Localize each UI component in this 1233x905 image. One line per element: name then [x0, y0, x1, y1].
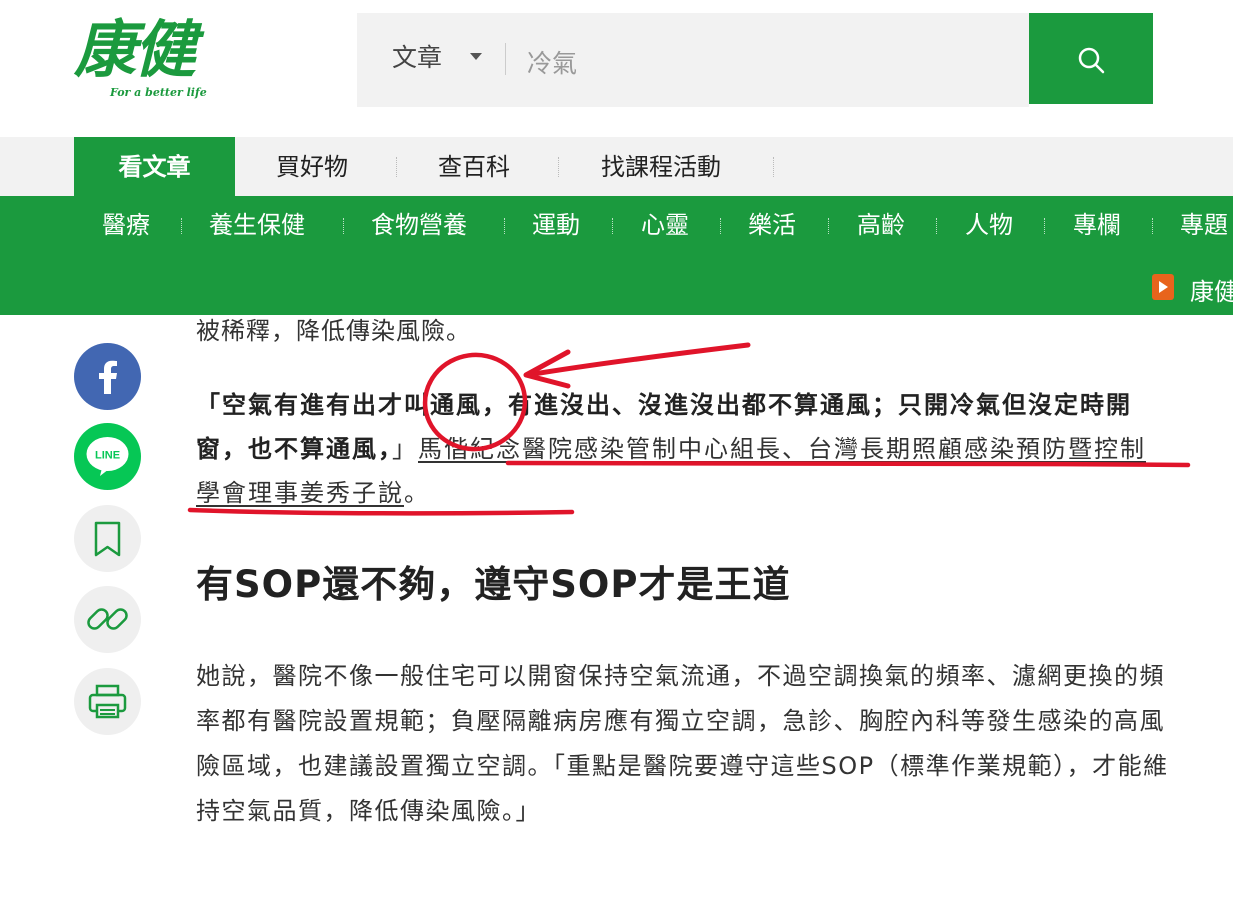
- category-medical[interactable]: 醫療: [102, 208, 150, 242]
- section-heading: 有SOP還不夠，遵守SOP才是王道: [196, 563, 791, 606]
- category-column[interactable]: 專欄: [1073, 208, 1121, 242]
- search-button[interactable]: [1029, 13, 1153, 104]
- category-wellness[interactable]: 養生保健: [209, 208, 305, 242]
- category-divider: [1044, 218, 1046, 234]
- category-exercise[interactable]: 運動: [532, 208, 580, 242]
- category-senior[interactable]: 高齡: [857, 208, 905, 242]
- link-icon: [87, 608, 128, 630]
- line-share-button[interactable]: LINE: [74, 423, 141, 490]
- category-lifestyle[interactable]: 樂活: [748, 208, 796, 242]
- category-divider: [612, 218, 614, 234]
- article-paragraph: 她說，醫院不像一般住宅可以開窗保持空氣流通，不過空調換氣的頻率、濾網更換的頻率都…: [196, 662, 1169, 825]
- nav-divider: [558, 157, 560, 177]
- tab-articles[interactable]: 看文章: [74, 137, 235, 196]
- facebook-share-button[interactable]: [74, 343, 141, 410]
- article-paragraph: 被稀釋，降低傳染風險。: [196, 317, 471, 345]
- facebook-icon: [99, 360, 117, 394]
- category-people[interactable]: 人物: [965, 208, 1013, 242]
- line-icon: LINE: [86, 437, 129, 476]
- category-mind[interactable]: 心靈: [641, 208, 689, 242]
- logo-text: 康健: [74, 13, 196, 86]
- nav-divider: [773, 157, 775, 177]
- line-icon-label: LINE: [95, 450, 120, 462]
- bookmark-icon: [94, 521, 121, 557]
- category-nav: 醫療 養生保健 食物營養 運動 心靈 樂活 高齡 人物 專欄 專題: [0, 196, 1233, 315]
- main-nav: 看文章 買好物 查百科 找課程活動: [0, 137, 1233, 196]
- quote-close: 」: [392, 435, 418, 463]
- category-divider: [181, 218, 183, 234]
- category-divider: [828, 218, 830, 234]
- kang-video-label: 康健: [1190, 278, 1233, 306]
- category-divider: [343, 218, 345, 234]
- category-divider: [720, 218, 722, 234]
- video-play-icon: [1152, 274, 1174, 300]
- category-topics[interactable]: 專題: [1180, 208, 1228, 242]
- category-nutrition[interactable]: 食物營養: [371, 208, 467, 242]
- nav-divider: [396, 157, 398, 177]
- annotation-arrowhead: [523, 349, 571, 389]
- search-icon: [1078, 47, 1105, 74]
- sentence-end: 。: [404, 479, 430, 507]
- logo-tagline: For a better life: [110, 86, 207, 99]
- search-input[interactable]: [525, 41, 1009, 83]
- print-button[interactable]: [74, 668, 141, 735]
- search-bar: 文章: [357, 13, 1029, 107]
- category-divider: [936, 218, 938, 234]
- annotation-arrow: [525, 342, 751, 378]
- chevron-down-icon[interactable]: [470, 53, 482, 60]
- search-divider: [505, 43, 506, 75]
- category-divider: [1152, 218, 1154, 234]
- site-logo[interactable]: 康健 For a better life: [74, 10, 224, 105]
- article-quote-paragraph: 「空氣有進有出才叫通風，有進沒出、沒進沒出都不算通風；只開冷氣但沒定時開窗，也不…: [196, 383, 1171, 515]
- category-divider: [504, 218, 506, 234]
- copy-link-button[interactable]: [74, 586, 141, 653]
- tab-shop[interactable]: 買好物: [276, 137, 348, 196]
- bookmark-button[interactable]: [74, 505, 141, 572]
- print-icon: [88, 684, 127, 719]
- tab-courses[interactable]: 找課程活動: [601, 137, 721, 196]
- tab-encyclopedia[interactable]: 查百科: [438, 137, 510, 196]
- search-category-select[interactable]: 文章: [392, 13, 442, 107]
